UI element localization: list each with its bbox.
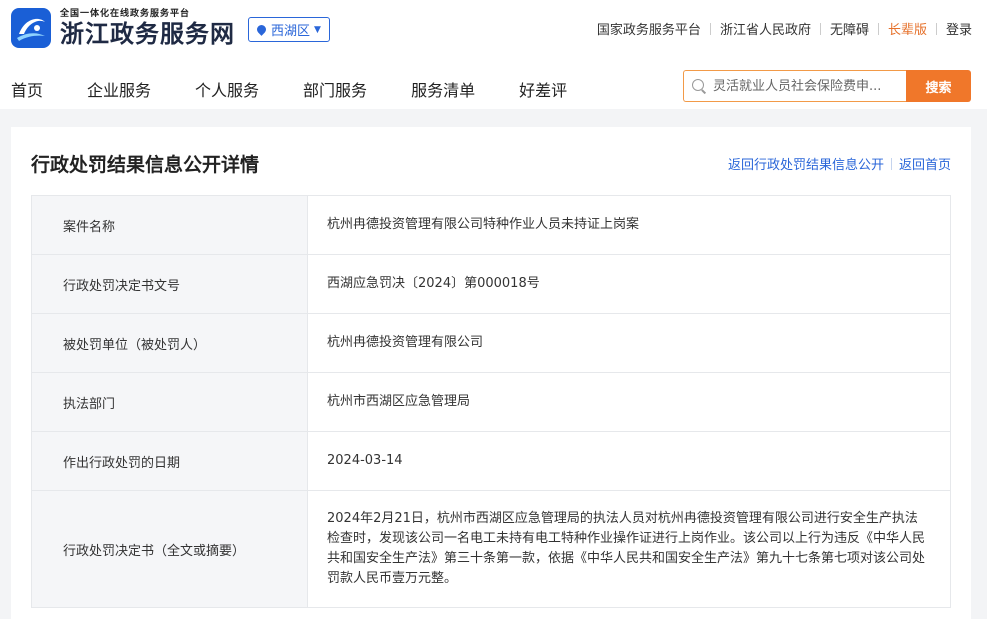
divider [819, 22, 821, 35]
row-value: 杭州冉德投资管理有限公司特种作业人员未持证上岗案 [327, 217, 640, 232]
row-label: 行政处罚决定书文号 [32, 255, 308, 313]
detail-table: 案件名称 杭州冉德投资管理有限公司特种作业人员未持证上岗案 行政处罚决定书文号 … [31, 195, 951, 608]
nav-item-home[interactable]: 首页 [11, 77, 43, 101]
main-nav: 首页 企业服务 个人服务 部门服务 服务清单 好差评 [11, 77, 611, 101]
divider [890, 157, 892, 170]
search-button[interactable]: 搜索 [906, 70, 971, 102]
caret-down-icon: ▼ [314, 24, 321, 35]
logo-title: 浙江政务服务网 [60, 19, 235, 48]
nav-item-department[interactable]: 部门服务 [303, 77, 367, 101]
site-logo[interactable]: 全国一体化在线政务服务平台 浙江政务服务网 [11, 8, 235, 48]
row-value: 杭州冉德投资管理有限公司 [327, 335, 484, 350]
nav-item-enterprise[interactable]: 企业服务 [87, 77, 151, 101]
row-value: 2024-03-14 [327, 453, 403, 468]
row-label: 作出行政处罚的日期 [32, 432, 308, 490]
back-to-list-link[interactable]: 返回行政处罚结果信息公开 [728, 154, 884, 173]
search-input[interactable] [713, 78, 903, 94]
divider [709, 22, 711, 35]
link-accessibility[interactable]: 无障碍 [830, 19, 869, 38]
back-to-home-link[interactable]: 返回首页 [899, 154, 951, 173]
link-elder-mode[interactable]: 长辈版 [888, 19, 927, 38]
region-label: 西湖区 [271, 24, 311, 39]
table-row: 案件名称 杭州冉德投资管理有限公司特种作业人员未持证上岗案 [32, 196, 950, 255]
table-row: 被处罚单位（被处罚人） 杭州冉德投资管理有限公司 [32, 314, 950, 373]
search-box[interactable] [683, 70, 906, 102]
link-national-platform[interactable]: 国家政务服务平台 [597, 19, 701, 38]
table-row: 行政处罚决定书文号 西湖应急罚决〔2024〕第000018号 [32, 255, 950, 314]
nav-item-service-list[interactable]: 服务清单 [411, 77, 475, 101]
row-label: 被处罚单位（被处罚人） [32, 314, 308, 372]
table-row: 执法部门 杭州市西湖区应急管理局 [32, 373, 950, 432]
table-row: 行政处罚决定书（全文或摘要） 2024年2月21日，杭州市西湖区应急管理局的执法… [32, 491, 950, 607]
region-selector[interactable]: 西湖区 ▼ [248, 17, 330, 42]
row-value: 杭州市西湖区应急管理局 [327, 394, 471, 409]
row-label: 案件名称 [32, 196, 308, 254]
panel-links: 返回行政处罚结果信息公开 返回首页 [728, 154, 951, 173]
site-header: 全国一体化在线政务服务平台 浙江政务服务网 西湖区 ▼ 国家政务服务平台 浙江省… [0, 0, 987, 109]
detail-panel: 行政处罚结果信息公开详情 返回行政处罚结果信息公开 返回首页 案件名称 杭州冉德… [11, 127, 971, 619]
divider [935, 22, 937, 35]
page-title: 行政处罚结果信息公开详情 [31, 154, 260, 176]
link-provincial-government[interactable]: 浙江省人民政府 [720, 19, 811, 38]
search-icon [692, 79, 706, 93]
search-bar: 搜索 [683, 70, 971, 102]
nav-item-feedback[interactable]: 好差评 [519, 77, 567, 101]
row-value: 西湖应急罚决〔2024〕第000018号 [327, 276, 540, 291]
table-row: 作出行政处罚的日期 2024-03-14 [32, 432, 950, 491]
row-value: 2024年2月21日，杭州市西湖区应急管理局的执法人员对杭州冉德投资管理有限公司… [327, 511, 926, 586]
row-label: 执法部门 [32, 373, 308, 431]
top-links: 国家政务服务平台 浙江省人民政府 无障碍 长辈版 登录 [597, 19, 972, 38]
location-pin-icon [255, 23, 268, 36]
row-label: 行政处罚决定书（全文或摘要） [32, 491, 308, 607]
nav-item-personal[interactable]: 个人服务 [195, 77, 259, 101]
zhejiang-emblem-icon [11, 8, 51, 48]
divider [877, 22, 879, 35]
link-login[interactable]: 登录 [946, 19, 972, 38]
